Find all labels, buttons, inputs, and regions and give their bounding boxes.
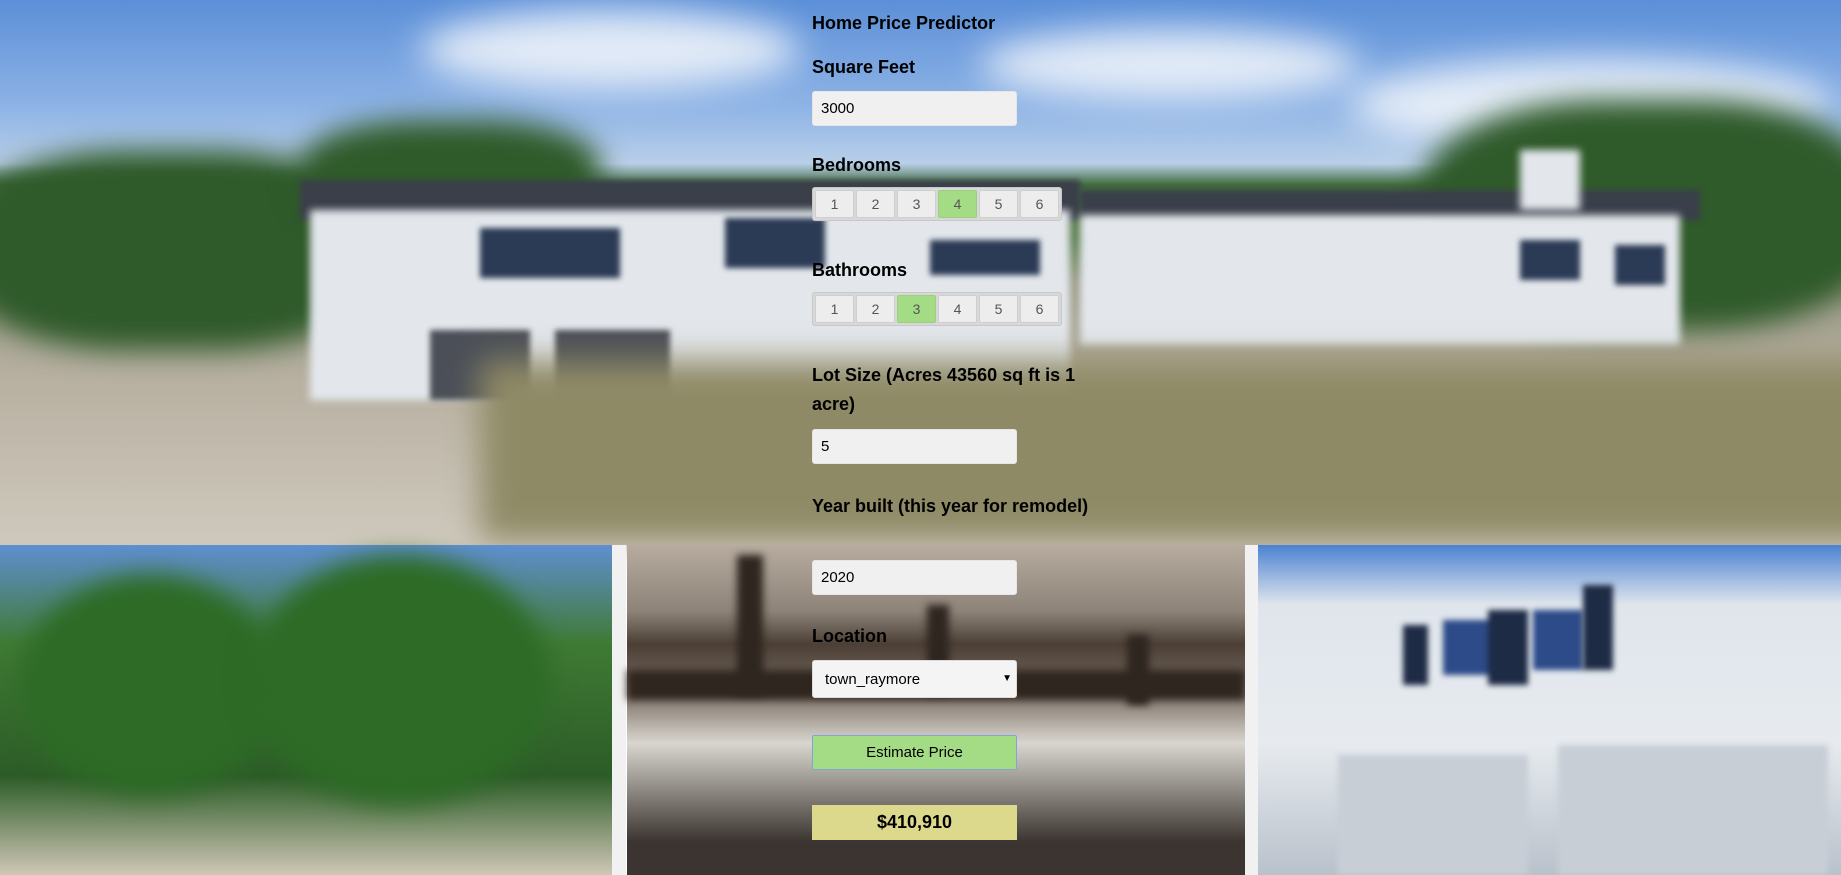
- bathrooms-option-4[interactable]: 4: [938, 295, 977, 323]
- bathrooms-option-1[interactable]: 1: [815, 295, 854, 323]
- lot-size-label: Lot Size (Acres 43560 sq ft is 1 acre): [812, 365, 1076, 414]
- square-feet-input[interactable]: [812, 91, 1017, 126]
- location-select-value: town_raymore: [825, 671, 921, 688]
- estimated-price-result: $410,910: [812, 805, 1017, 840]
- bedrooms-label: Bedrooms: [812, 155, 902, 175]
- lot-size-input[interactable]: [812, 429, 1017, 464]
- bathrooms-selector[interactable]: 123456: [812, 292, 1062, 326]
- estimate-price-button[interactable]: Estimate Price: [812, 735, 1017, 770]
- square-feet-label: Square Feet: [812, 57, 916, 77]
- bedrooms-option-2[interactable]: 2: [856, 190, 895, 218]
- year-built-input[interactable]: [812, 560, 1017, 595]
- bathrooms-option-2[interactable]: 2: [856, 295, 895, 323]
- bedrooms-option-5[interactable]: 5: [979, 190, 1018, 218]
- bedrooms-option-3[interactable]: 3: [897, 190, 936, 218]
- bathrooms-label: Bathrooms: [812, 260, 908, 280]
- chevron-down-icon: ▼: [1002, 673, 1012, 684]
- location-label: Location: [812, 626, 887, 646]
- bedrooms-selector[interactable]: 123456: [812, 187, 1062, 221]
- year-built-label: Year built (this year for remodel): [812, 496, 1089, 516]
- bedrooms-option-1[interactable]: 1: [815, 190, 854, 218]
- bathrooms-option-5[interactable]: 5: [979, 295, 1018, 323]
- bedrooms-option-4[interactable]: 4: [938, 190, 977, 218]
- background-trees-photo: [0, 545, 612, 875]
- location-select[interactable]: town_raymore ▼: [812, 660, 1017, 698]
- bathrooms-option-3[interactable]: 3: [897, 295, 936, 323]
- background-garage-photo: [1258, 545, 1841, 875]
- bedrooms-option-6[interactable]: 6: [1020, 190, 1059, 218]
- app-title: Home Price Predictor: [812, 13, 996, 33]
- bathrooms-option-6[interactable]: 6: [1020, 295, 1059, 323]
